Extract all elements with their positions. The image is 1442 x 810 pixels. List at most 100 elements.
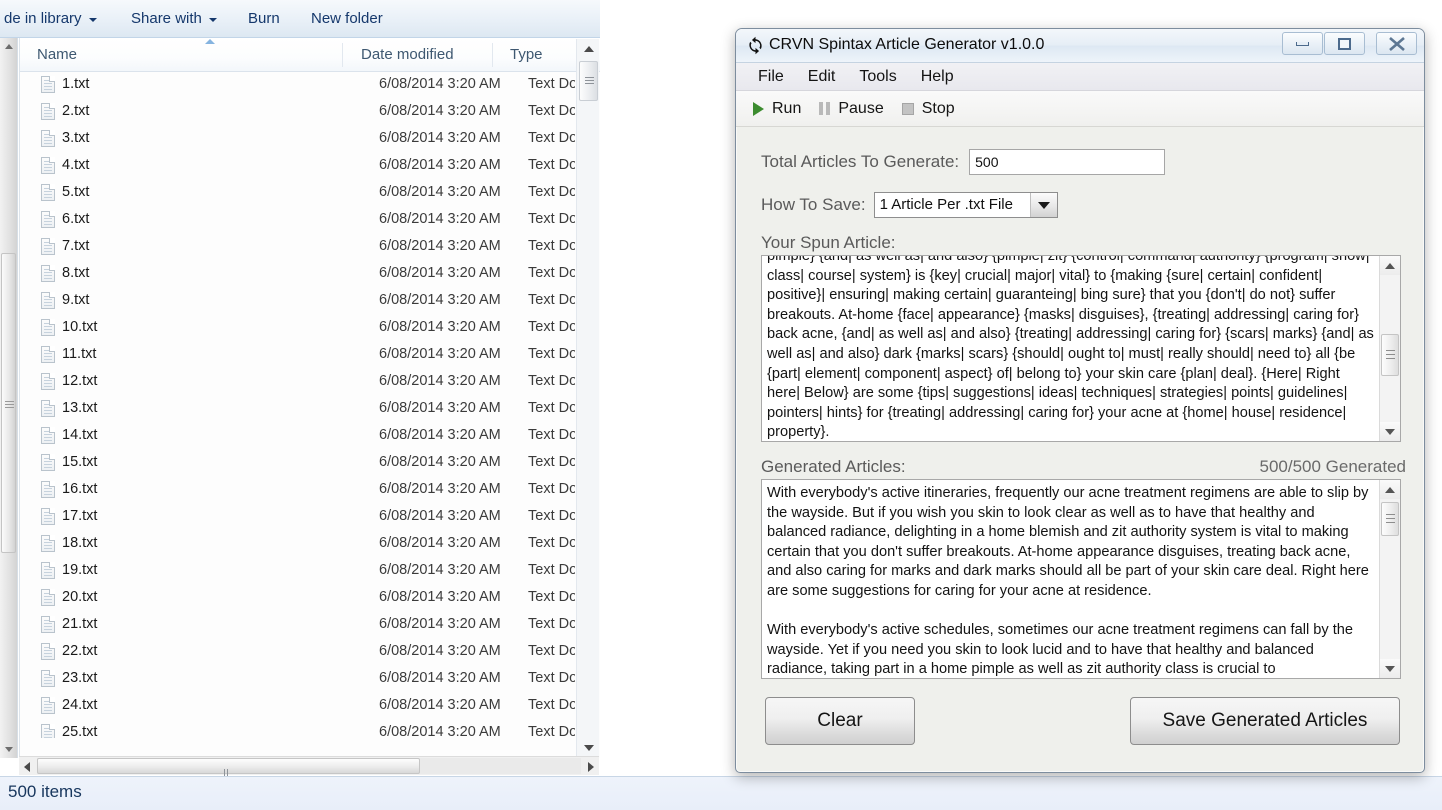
file-row[interactable]: 10.txt 6/08/2014 3:20 AM Text Docu (19, 315, 575, 342)
scrollbar-thumb[interactable] (1, 253, 16, 553)
file-row[interactable]: 21.txt 6/08/2014 3:20 AM Text Docu (19, 612, 575, 639)
scroll-left-icon[interactable] (24, 762, 30, 772)
file-row[interactable]: 16.txt 6/08/2014 3:20 AM Text Docu (19, 477, 575, 504)
scrollbar-thumb[interactable] (37, 758, 420, 795)
file-row[interactable]: 19.txt 6/08/2014 3:20 AM Text Docu (19, 558, 575, 585)
file-type: Text Docu (528, 589, 575, 605)
close-button[interactable] (1376, 32, 1417, 55)
scroll-down-icon (1385, 665, 1395, 672)
scroll-right-icon[interactable] (588, 762, 594, 772)
toolbar-burn[interactable]: Burn (248, 10, 280, 27)
file-name: 13.txt (62, 400, 98, 416)
scroll-up-button[interactable] (1380, 480, 1400, 499)
navigation-pane-scrollbar[interactable] (0, 38, 18, 758)
generated-articles-scrollbar[interactable] (1379, 480, 1400, 678)
file-row[interactable]: 4.txt 6/08/2014 3:20 AM Text Docu (19, 153, 575, 180)
scroll-up-icon[interactable] (5, 44, 13, 49)
file-type: Text Docu (528, 535, 575, 551)
file-type: Text Docu (528, 616, 575, 632)
file-row[interactable]: 23.txt 6/08/2014 3:20 AM Text Docu (19, 666, 575, 693)
file-list-horizontal-scrollbar[interactable] (19, 756, 599, 795)
text-document-icon (41, 427, 55, 444)
file-row[interactable]: 2.txt 6/08/2014 3:20 AM Text Docu (19, 99, 575, 126)
column-divider[interactable] (492, 43, 493, 67)
generated-paragraph: With everybody's active itineraries, fre… (767, 485, 1369, 599)
scrollbar-thumb[interactable] (579, 61, 598, 101)
generated-articles-textarea[interactable]: With everybody's active itineraries, fre… (761, 479, 1401, 679)
scroll-down-button[interactable] (1380, 422, 1400, 441)
maximize-button[interactable] (1324, 32, 1365, 55)
file-row[interactable]: 9.txt 6/08/2014 3:20 AM Text Docu (19, 288, 575, 315)
file-row[interactable]: 5.txt 6/08/2014 3:20 AM Text Docu (19, 180, 575, 207)
scrollbar-thumb[interactable] (1381, 502, 1399, 536)
file-type: Text Docu (528, 508, 575, 524)
file-type: Text Docu (528, 184, 575, 200)
scroll-down-button[interactable] (1380, 659, 1400, 678)
scroll-up-icon[interactable] (584, 46, 594, 52)
file-row[interactable]: 20.txt 6/08/2014 3:20 AM Text Docu (19, 585, 575, 612)
file-date-modified: 6/08/2014 3:20 AM (379, 535, 501, 551)
toolbar-item-label: Share with (131, 10, 202, 27)
menu-file[interactable]: File (746, 66, 796, 88)
file-list-vertical-scrollbar[interactable] (576, 39, 599, 758)
file-date-modified: 6/08/2014 3:20 AM (379, 130, 501, 146)
text-document-icon (41, 346, 55, 363)
file-row[interactable]: 18.txt 6/08/2014 3:20 AM Text Docu (19, 531, 575, 558)
scrollbar-grip-icon (1386, 514, 1395, 526)
scroll-down-icon[interactable] (5, 747, 13, 752)
file-row[interactable]: 25.txt 6/08/2014 3:20 AM Text Docu (19, 720, 575, 738)
file-date-modified: 6/08/2014 3:20 AM (379, 265, 501, 281)
how-to-save-dropdown[interactable]: 1 Article Per .txt File (873, 192, 1058, 218)
dropdown-arrow-button[interactable] (1029, 193, 1057, 217)
file-row[interactable]: 3.txt 6/08/2014 3:20 AM Text Docu (19, 126, 575, 153)
clear-button[interactable]: Clear (765, 697, 915, 745)
file-date-modified: 6/08/2014 3:20 AM (379, 724, 501, 738)
file-row[interactable]: 22.txt 6/08/2014 3:20 AM Text Docu (19, 639, 575, 666)
file-row[interactable]: 1.txt 6/08/2014 3:20 AM Text Docu (19, 72, 575, 99)
file-row[interactable]: 8.txt 6/08/2014 3:20 AM Text Docu (19, 261, 575, 288)
file-row[interactable]: 6.txt 6/08/2014 3:20 AM Text Docu (19, 207, 575, 234)
stop-button[interactable]: Stop (898, 98, 969, 120)
save-generated-articles-button[interactable]: Save Generated Articles (1130, 697, 1400, 745)
minimize-button[interactable] (1282, 32, 1323, 55)
scroll-down-icon[interactable] (584, 745, 594, 751)
scrollbar-thumb[interactable] (1381, 334, 1399, 376)
file-row[interactable]: 14.txt 6/08/2014 3:20 AM Text Docu (19, 423, 575, 450)
column-header-date-modified[interactable]: Date modified (361, 46, 454, 63)
file-date-modified: 6/08/2014 3:20 AM (379, 400, 501, 416)
file-date-modified: 6/08/2014 3:20 AM (379, 616, 501, 632)
text-document-icon (41, 373, 55, 390)
file-row[interactable]: 12.txt 6/08/2014 3:20 AM Text Docu (19, 369, 575, 396)
file-name: 25.txt (62, 724, 98, 738)
file-date-modified: 6/08/2014 3:20 AM (379, 643, 501, 659)
file-type: Text Docu (528, 481, 575, 497)
run-button[interactable]: Run (749, 98, 815, 120)
how-to-save-label: How To Save: (761, 195, 866, 214)
toolbar-new-folder[interactable]: New folder (311, 10, 383, 27)
file-row[interactable]: 24.txt 6/08/2014 3:20 AM Text Docu (19, 693, 575, 720)
file-row[interactable]: 15.txt 6/08/2014 3:20 AM Text Docu (19, 450, 575, 477)
app-title-bar[interactable]: CRVN Spintax Article Generator v1.0.0 (736, 29, 1424, 63)
toolbar-include-in-library[interactable]: de in library (4, 10, 97, 27)
menu-help[interactable]: Help (909, 66, 966, 88)
chevron-down-icon (88, 18, 97, 22)
file-row[interactable]: 7.txt 6/08/2014 3:20 AM Text Docu (19, 234, 575, 261)
pause-icon (819, 102, 831, 115)
toolbar-share-with[interactable]: Share with (131, 10, 217, 27)
spun-article-textarea[interactable]: pimple} {and| as well as| and also} {pim… (761, 255, 1401, 442)
pause-button[interactable]: Pause (815, 98, 897, 120)
menu-tools[interactable]: Tools (847, 66, 908, 88)
file-row[interactable]: 13.txt 6/08/2014 3:20 AM Text Docu (19, 396, 575, 423)
file-row[interactable]: 11.txt 6/08/2014 3:20 AM Text Docu (19, 342, 575, 369)
column-divider[interactable] (342, 43, 343, 67)
total-articles-input[interactable] (969, 149, 1166, 175)
file-name: 1.txt (62, 76, 90, 92)
column-header-name[interactable]: Name (37, 46, 77, 63)
generated-paragraph: With everybody's active schedules, somet… (767, 622, 1353, 678)
file-row[interactable]: 17.txt 6/08/2014 3:20 AM Text Docu (19, 504, 575, 531)
spun-article-scrollbar[interactable] (1379, 256, 1400, 441)
scroll-up-button[interactable] (1380, 256, 1400, 275)
close-icon (1388, 36, 1405, 51)
menu-edit[interactable]: Edit (796, 66, 848, 88)
column-header-type[interactable]: Type (510, 46, 543, 63)
